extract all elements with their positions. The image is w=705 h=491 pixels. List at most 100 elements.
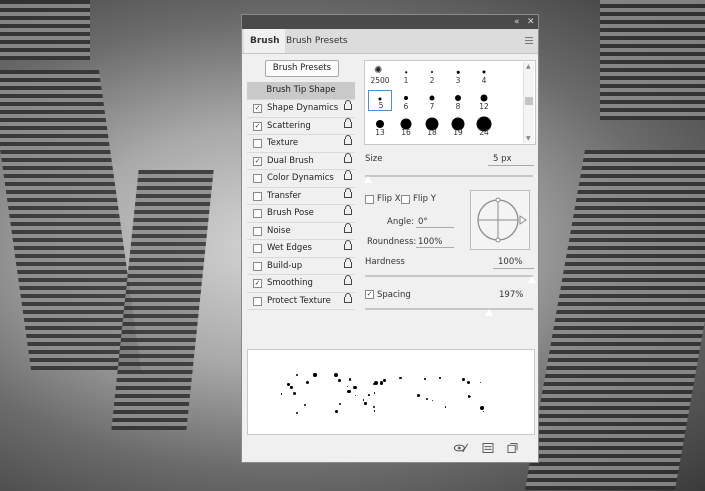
brush-panel: « ✕ Brush Brush Presets Brush Presets Br… <box>241 14 539 463</box>
brush-tip-picker[interactable]: ▲ ▼ ✺ 2500 1 2 3 4 5 6 7 8 12 13 16 18 19 24 <box>364 60 536 145</box>
size-value[interactable]: 5 px <box>493 154 512 164</box>
lock-icon[interactable] <box>344 257 352 268</box>
angle-roundness-widget[interactable] <box>470 190 530 250</box>
brush-presets-button[interactable]: Brush Presets <box>265 60 339 77</box>
brush-tip-6[interactable]: 6 <box>394 90 418 111</box>
option-build-up[interactable]: Build-up <box>247 257 355 275</box>
hardness-value[interactable]: 100% <box>498 257 522 267</box>
option-checkbox[interactable]: ✓ <box>253 121 262 131</box>
flip-x-checkbox[interactable] <box>365 195 374 204</box>
option-checkbox[interactable] <box>253 139 262 148</box>
scroll-thumb[interactable] <box>525 97 533 105</box>
brush-tip-24[interactable]: 24 <box>472 116 496 137</box>
option-wet-edges[interactable]: Wet Edges <box>247 240 355 258</box>
brush-tip-13[interactable]: 13 <box>368 116 392 137</box>
scroll-down-icon[interactable]: ▼ <box>526 135 531 142</box>
brush-tip-size: 13 <box>375 128 385 137</box>
preview-dot <box>372 382 375 385</box>
collapse-icon[interactable]: « <box>514 16 520 28</box>
brush-tip-3[interactable]: 3 <box>446 64 470 85</box>
size-slider[interactable] <box>365 175 533 177</box>
lock-icon[interactable] <box>344 117 352 128</box>
option-scattering[interactable]: ✓ Scattering <box>247 117 355 135</box>
hardness-label: Hardness <box>365 257 405 267</box>
brush-tip-size: 4 <box>481 76 487 85</box>
option-color-dynamics[interactable]: Color Dynamics <box>247 170 355 188</box>
option-dual-brush[interactable]: ✓ Dual Brush <box>247 152 355 170</box>
lock-icon[interactable] <box>344 135 352 145</box>
angle-value[interactable]: 0° <box>418 217 428 227</box>
lock-icon[interactable] <box>344 292 352 303</box>
option-texture[interactable]: Texture <box>247 135 355 153</box>
spacing-value[interactable]: 197% <box>499 290 523 300</box>
lock-icon[interactable] <box>344 205 352 215</box>
option-checkbox[interactable] <box>253 296 262 306</box>
option-shape-dynamics[interactable]: ✓ Shape Dynamics <box>247 100 355 118</box>
spacing-slider[interactable] <box>365 308 533 310</box>
lock-icon[interactable] <box>344 275 352 285</box>
brush-tip-2[interactable]: 2 <box>420 64 444 85</box>
angle-crosshair-icon <box>477 197 527 243</box>
option-smoothing[interactable]: ✓ Smoothing <box>247 275 355 293</box>
option-checkbox[interactable]: ✓ <box>253 156 262 166</box>
lock-icon[interactable] <box>344 152 352 163</box>
option-checkbox[interactable]: ✓ <box>253 104 262 113</box>
tab-brush-presets[interactable]: Brush Presets <box>280 29 354 53</box>
grid-panel-icon[interactable] <box>482 443 494 453</box>
option-noise[interactable]: Noise <box>247 222 355 240</box>
brush-tip-19[interactable]: 19 <box>446 116 470 137</box>
close-icon[interactable]: ✕ <box>527 16 535 28</box>
brush-tip-dot <box>404 96 408 100</box>
new-brush-icon[interactable] <box>507 443 518 453</box>
hardness-field-underline <box>493 268 534 269</box>
hardness-slider-knob[interactable] <box>527 275 537 284</box>
lock-icon[interactable] <box>344 240 352 250</box>
panel-titlebar[interactable]: « ✕ <box>242 15 538 29</box>
brush-tip-size: 8 <box>455 102 461 111</box>
size-slider-knob[interactable] <box>363 175 373 184</box>
option-transfer[interactable]: Transfer <box>247 187 355 205</box>
brush-tip-2500[interactable]: ✺ 2500 <box>368 64 392 85</box>
option-brush-pose[interactable]: Brush Pose <box>247 205 355 223</box>
brush-tip-4[interactable]: 4 <box>472 64 496 85</box>
lock-icon[interactable] <box>344 100 352 110</box>
tip-scrollbar[interactable]: ▲ ▼ <box>523 62 534 143</box>
option-checkbox[interactable] <box>253 261 262 271</box>
brush-tip-18[interactable]: 18 <box>420 116 444 137</box>
hardness-slider[interactable] <box>365 275 533 277</box>
brush-tip-size: 5 <box>378 101 384 110</box>
option-label: Wet Edges <box>267 243 312 253</box>
option-checkbox[interactable] <box>253 174 262 183</box>
brush-tip-size: 7 <box>429 102 435 111</box>
toggle-preview-icon[interactable] <box>452 443 470 453</box>
lock-icon[interactable] <box>344 187 352 198</box>
spacing-checkbox[interactable]: ✓ <box>365 290 374 299</box>
option-protect-texture[interactable]: Protect Texture <box>247 292 355 310</box>
preview-dot <box>373 392 376 394</box>
option-checkbox[interactable]: ✓ <box>253 279 262 288</box>
lock-icon[interactable] <box>344 222 352 233</box>
brush-tip-1[interactable]: 1 <box>394 64 418 85</box>
size-field-underline <box>488 165 534 166</box>
option-checkbox[interactable] <box>253 209 262 218</box>
option-checkbox[interactable] <box>253 226 262 236</box>
brush-tip-5[interactable]: 5 <box>368 90 392 111</box>
spacing-slider-knob[interactable] <box>484 308 494 317</box>
brush-tip-dot <box>456 70 460 74</box>
brush-tip-8[interactable]: 8 <box>446 90 470 111</box>
brush-tip-7[interactable]: 7 <box>420 90 444 111</box>
preview-dot <box>334 410 338 414</box>
scroll-up-icon[interactable]: ▲ <box>526 63 531 70</box>
preview-dot <box>439 377 442 379</box>
lock-icon[interactable] <box>344 170 352 180</box>
brush-tip-16[interactable]: 16 <box>394 116 418 137</box>
option-checkbox[interactable] <box>253 244 262 253</box>
preview-dot <box>353 386 357 390</box>
brush-tip-12[interactable]: 12 <box>472 90 496 111</box>
roundness-value[interactable]: 100% <box>418 237 442 247</box>
option-checkbox[interactable] <box>253 191 262 201</box>
flip-x-label: Flip X <box>377 194 401 204</box>
flip-y-checkbox[interactable] <box>401 195 410 204</box>
panel-menu-icon[interactable] <box>525 37 533 44</box>
option-brush-tip-shape[interactable]: Brush Tip Shape <box>247 82 355 100</box>
